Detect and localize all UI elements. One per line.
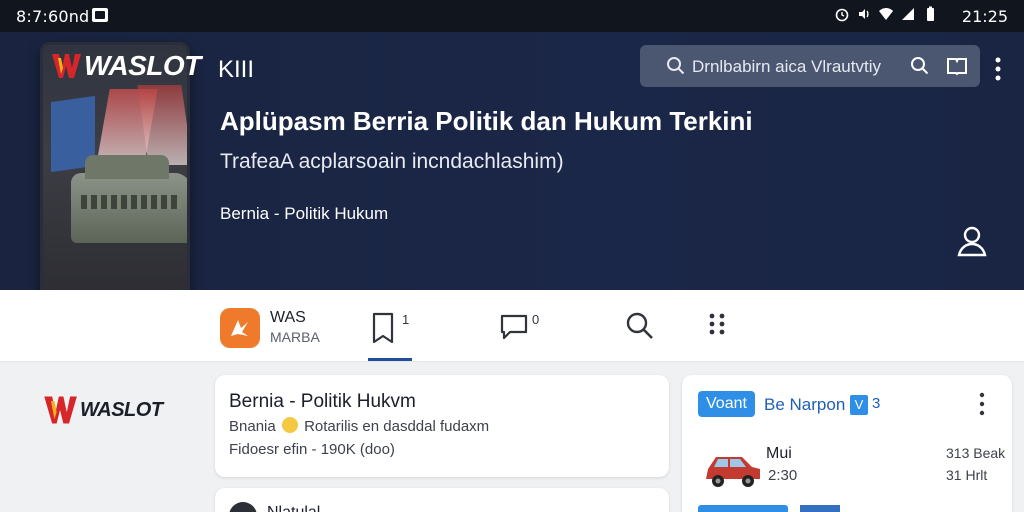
search-input[interactable]: Drnlbabirn aica Vlrautvtiy <box>692 57 902 77</box>
brand-w-icon <box>52 54 81 78</box>
side-panel: Voant Be Narpon V 3 Mui 2:30 313 Beak 31… <box>682 375 1012 512</box>
page-title: Aplüpasm Berria Politik dan Hukum Terkin… <box>220 106 753 136</box>
tab-bookmarks[interactable]: 1 <box>370 310 414 346</box>
search-icon <box>667 57 685 75</box>
navigation-bar: WAS MARBA 1 0 <box>0 290 1024 362</box>
phone-scene <box>43 45 187 317</box>
active-tab-indicator <box>368 358 412 361</box>
profile-icon[interactable] <box>955 224 989 258</box>
panel-badge-count: 3 <box>872 395 881 412</box>
search-submit-icon[interactable] <box>910 56 930 76</box>
more-options-icon[interactable] <box>990 56 1006 82</box>
alarm-icon <box>835 8 849 22</box>
tab-search[interactable] <box>624 310 660 346</box>
article-snippet: Bnania Rotarilis en dasddal fudaxm <box>229 417 489 435</box>
app-notification-icon <box>92 8 108 22</box>
hero-header: WASLOT KIII Drnlbabirn aica Vlrautvtiy A… <box>0 32 1024 320</box>
wifi-icon <box>879 8 893 20</box>
avatar <box>229 502 257 512</box>
tab-comments[interactable]: 0 <box>498 310 546 346</box>
article-snippet-rest: Rotarilis en dasddal fudaxm <box>304 418 490 435</box>
article-snippet-start: Bnania <box>229 418 276 435</box>
brand-logo-text: WASLOT <box>84 50 201 81</box>
status-bar: 8:7:60nd 21:25 <box>0 0 1024 32</box>
sidebar-logo[interactable]: WASLOT <box>42 392 163 428</box>
search-bar[interactable]: Drnlbabirn aica Vlrautvtiy <box>640 45 980 87</box>
page-subtitle: TrafeaA acplarsoain incndachlashim) <box>220 150 564 173</box>
article-meta: Fidoesr efin - 190K (doo) <box>229 441 395 458</box>
search-icon <box>626 312 653 339</box>
app-glyph-icon <box>231 320 248 336</box>
status-time: 8:7:60nd <box>16 7 90 26</box>
brand-w-icon <box>44 396 77 424</box>
vote-button[interactable]: Voant <box>698 391 755 417</box>
status-icons <box>834 6 938 22</box>
phone-mockup-image <box>40 42 190 320</box>
panel-badge: V <box>850 395 868 415</box>
category-label[interactable]: Bernia - Politik Hukum <box>220 204 388 224</box>
app-icon[interactable] <box>220 308 260 348</box>
panel-item-name[interactable]: Mui <box>766 445 792 463</box>
bookmark-icon <box>372 312 394 344</box>
app-screen: 8:7:60nd 21:25 WASLOT KIII Drnlbabirn ai… <box>0 0 1024 512</box>
chat-bubble-icon <box>500 314 528 340</box>
tab-menu[interactable] <box>706 310 728 346</box>
sound-icon <box>859 9 869 19</box>
signal-icon <box>902 8 914 20</box>
status-clock: 21:25 <box>961 7 1008 26</box>
car-shape <box>71 155 187 243</box>
panel-button[interactable] <box>698 505 788 512</box>
bookmark-count: 1 <box>402 312 410 327</box>
panel-label: Be Narpon <box>764 395 846 414</box>
more-options-icon[interactable] <box>976 391 988 417</box>
sidebar-logo-text: WASLOT <box>80 398 163 421</box>
panel-item-stat: 31 Hrlt <box>946 467 988 483</box>
article-card[interactable]: Bernia - Politik Hukvm Bnania Rotarilis … <box>215 375 669 477</box>
emoji-icon <box>281 417 298 433</box>
article-title: Nlatulal <box>267 504 320 512</box>
panel-thumbnail <box>800 505 840 512</box>
grid-dots-icon <box>709 313 725 335</box>
panel-item-time: 2:30 <box>768 467 798 484</box>
book-icon[interactable] <box>946 56 968 76</box>
app-subtitle: MARBA <box>270 329 320 345</box>
panel-item-stat: 313 Beak <box>946 445 1006 461</box>
app-name: WAS <box>270 309 306 326</box>
article-title: Bernia - Politik Hukvm <box>229 391 416 412</box>
battery-icon <box>927 6 934 21</box>
comment-count: 0 <box>532 312 540 327</box>
car-icon <box>706 457 760 487</box>
article-card[interactable]: Nlatulal <box>215 488 669 512</box>
brand-logo[interactable]: WASLOT <box>50 50 201 82</box>
brand-suffix: KIII <box>218 56 255 83</box>
